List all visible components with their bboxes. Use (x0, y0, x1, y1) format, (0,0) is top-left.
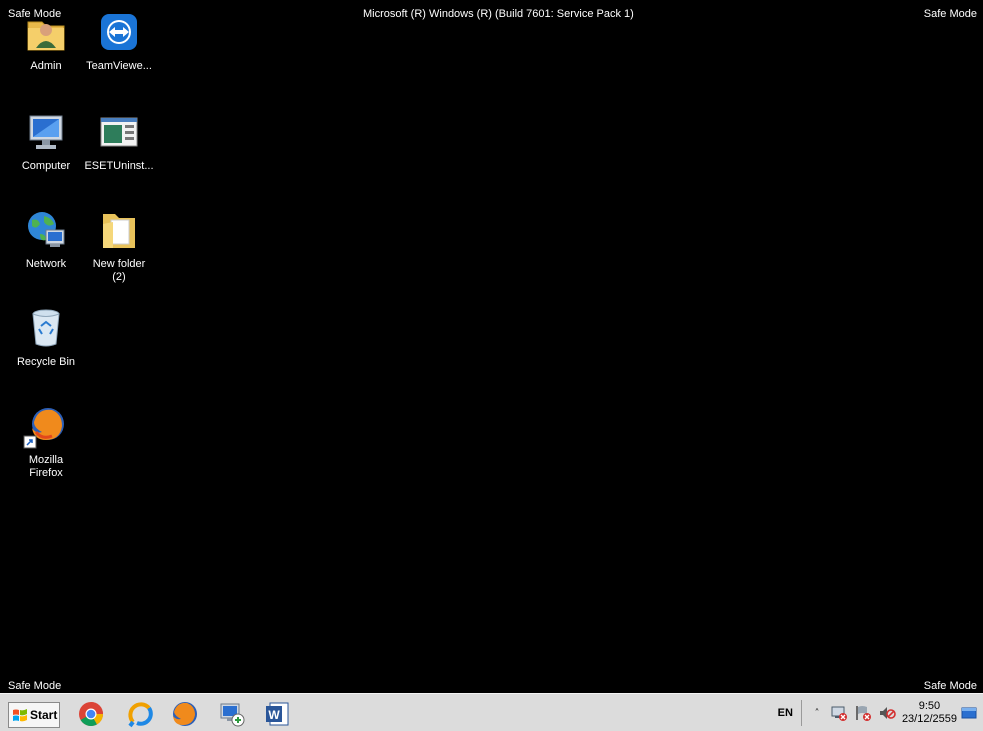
action-center-flag-icon[interactable] (854, 704, 872, 722)
desktop-icon-label: Admin (30, 60, 62, 72)
desktop-icon-eset-uninstaller[interactable]: ESETUninst... (81, 108, 157, 173)
chrome-icon[interactable] (77, 700, 105, 728)
desktop-icon-recycle-bin[interactable]: Recycle Bin (8, 304, 84, 369)
desktop-icon-label: Network (25, 258, 67, 270)
desktop-icon-computer[interactable]: Computer (8, 108, 84, 173)
desktop-icon-label: ESETUninst... (84, 160, 154, 172)
taskbar: Start W EN ˄ 9:50 23/12/2559 (0, 693, 983, 731)
network-icon (28, 212, 65, 247)
eset-uninstaller-icon (100, 117, 138, 147)
desktop-icon-label: TeamViewe... (86, 60, 152, 72)
firefox-icon[interactable] (171, 700, 199, 728)
windows-build-text: Microsoft (R) Windows (R) (Build 7601: S… (363, 8, 634, 20)
safe-mode-label-bottom-left: Safe Mode (8, 680, 62, 692)
safe-mode-label-top-right: Safe Mode (923, 8, 977, 20)
remote-desktop-icon[interactable] (218, 700, 246, 728)
recycle-bin-icon (32, 309, 60, 347)
desktop-icon-label: Computer (21, 160, 71, 172)
desktop-icon-firefox[interactable]: Mozilla Firefox (8, 402, 84, 480)
start-label: Start (30, 708, 58, 722)
safe-mode-label-bottom-right: Safe Mode (923, 680, 977, 692)
show-desktop-icon[interactable] (961, 705, 977, 721)
language-indicator[interactable]: EN (778, 700, 802, 726)
folder-icon (103, 214, 135, 248)
desktop-icon-admin[interactable]: Admin (8, 8, 84, 73)
desktop-icon-label: New folder (2) (92, 258, 146, 283)
svg-text:W: W (268, 708, 280, 722)
volume-muted-icon[interactable] (878, 704, 896, 722)
desktop-icon-new-folder[interactable]: New folder (2) (81, 206, 157, 284)
search-app-icon[interactable] (127, 700, 155, 728)
computer-icon (29, 115, 63, 149)
firefox-icon (23, 408, 64, 449)
clock-date: 23/12/2559 (901, 713, 957, 725)
user-folder-icon (27, 21, 65, 51)
network-disconnected-icon[interactable] (830, 704, 848, 722)
start-button[interactable]: Start (8, 702, 60, 728)
show-hidden-icons-button[interactable]: ˄ (810, 708, 824, 719)
clock[interactable]: 9:50 23/12/2559 (902, 700, 957, 726)
system-tray: EN ˄ 9:50 23/12/2559 (778, 694, 983, 731)
desktop-icon-label: Mozilla Firefox (28, 454, 64, 479)
desktop-icon-teamviewer[interactable]: TeamViewe... (81, 8, 157, 73)
desktop-icon-label: Recycle Bin (16, 356, 76, 368)
windows-logo-icon (13, 709, 27, 722)
clock-time: 9:50 (918, 700, 941, 712)
word-icon[interactable]: W (264, 700, 292, 728)
desktop-screen: Safe Mode Safe Mode Safe Mode Safe Mode … (0, 0, 983, 731)
teamviewer-icon (101, 14, 137, 50)
desktop-icon-network[interactable]: Network (8, 206, 84, 271)
